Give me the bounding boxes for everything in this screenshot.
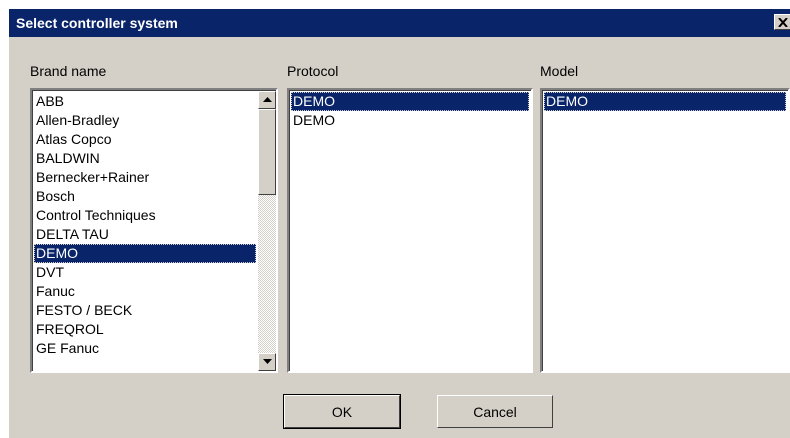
scroll-thumb[interactable] xyxy=(258,109,276,195)
list-item[interactable]: Bosch xyxy=(34,187,256,206)
list-item[interactable]: Atlas Copco xyxy=(34,130,256,149)
brand-name-label: Brand name xyxy=(30,63,107,79)
list-item[interactable]: ABB xyxy=(34,92,256,111)
cancel-button[interactable]: Cancel xyxy=(437,395,553,428)
scroll-down-button[interactable] xyxy=(258,353,276,371)
arrow-down-icon xyxy=(263,359,272,364)
list-item[interactable]: DVT xyxy=(34,263,256,282)
list-item[interactable]: DELTA TAU xyxy=(34,225,256,244)
list-item[interactable]: Bernecker+Rainer xyxy=(34,168,256,187)
close-button[interactable] xyxy=(774,14,790,30)
list-item[interactable]: BALDWIN xyxy=(34,149,256,168)
list-item[interactable]: DEMO xyxy=(544,92,786,111)
list-item[interactable]: DEMO xyxy=(291,92,529,111)
list-item[interactable]: FREQROL xyxy=(34,320,256,339)
arrow-up-icon xyxy=(263,97,272,102)
list-item[interactable]: DEMO xyxy=(291,111,529,130)
brand-name-list[interactable]: ABB Allen-Bradley Atlas Copco BALDWIN Bernec… xyxy=(30,88,278,373)
ok-button[interactable]: OK xyxy=(283,394,401,429)
protocol-label: Protocol xyxy=(287,63,339,79)
list-item[interactable]: Fanuc xyxy=(34,282,256,301)
select-controller-dialog: Select controller system Brand name Prot… xyxy=(8,8,790,438)
close-icon xyxy=(778,18,788,27)
model-label: Model xyxy=(540,63,579,79)
list-item[interactable]: FESTO / BECK xyxy=(34,301,256,320)
list-item[interactable]: GE Fanuc xyxy=(34,339,256,358)
list-item[interactable]: DEMO xyxy=(34,244,256,263)
scroll-up-button[interactable] xyxy=(258,91,276,109)
protocol-list[interactable]: DEMO DEMO xyxy=(287,88,533,373)
title-bar: Select controller system xyxy=(9,9,790,37)
list-item[interactable]: Control Techniques xyxy=(34,206,256,225)
model-list[interactable]: DEMO xyxy=(540,88,790,373)
list-item[interactable]: Allen-Bradley xyxy=(34,111,256,130)
dialog-title: Select controller system xyxy=(16,15,178,31)
brand-list-scrollbar[interactable] xyxy=(258,91,276,371)
